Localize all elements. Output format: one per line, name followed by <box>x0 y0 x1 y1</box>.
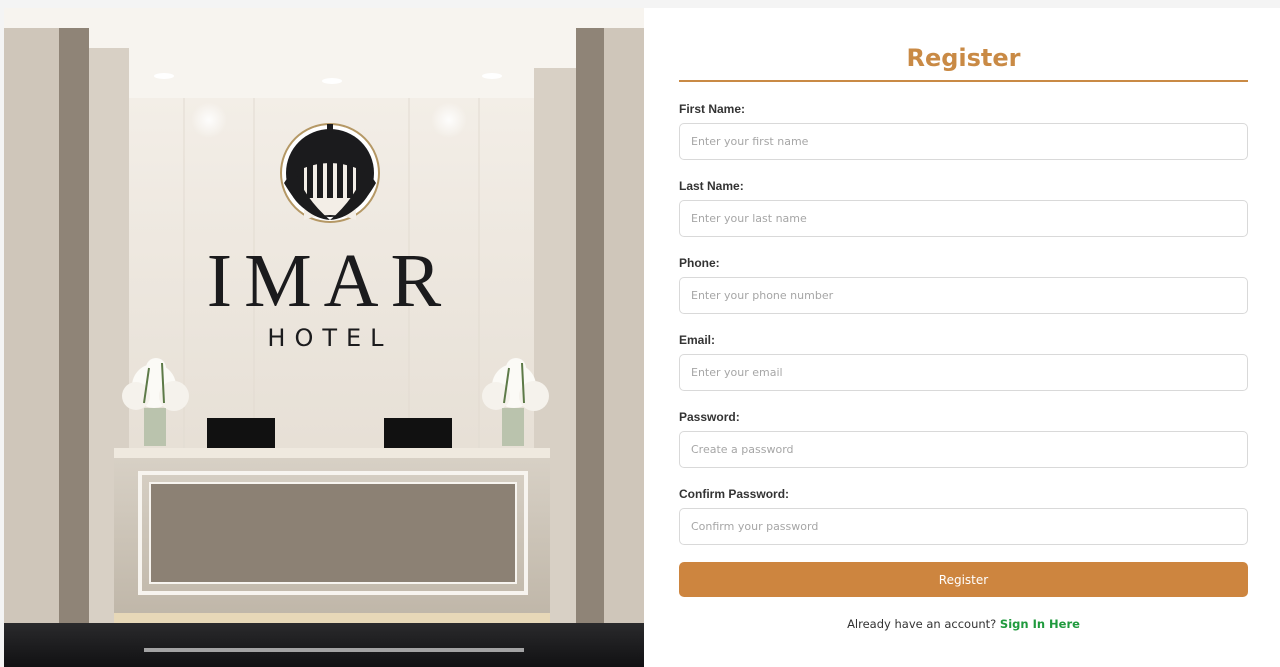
hotel-logo-wordmark: IMAR <box>207 239 453 323</box>
phone-label: Phone: <box>679 256 720 270</box>
hotel-lobby-illustration: IMAR HOTEL <box>4 8 644 667</box>
reception-desk <box>114 448 550 623</box>
phone-input[interactable] <box>679 277 1248 314</box>
hotel-lobby-image: IMAR HOTEL <box>4 8 644 667</box>
signin-prompt: Already have an account? <box>847 617 997 631</box>
signin-row: Already have an account? Sign In Here <box>679 617 1248 631</box>
register-form-panel: Register First Name: Last Name: Phone: E… <box>644 8 1280 667</box>
monitor-left <box>207 418 275 450</box>
first-name-label: First Name: <box>679 102 746 116</box>
email-input[interactable] <box>679 354 1248 391</box>
signin-link[interactable]: Sign In Here <box>1000 617 1080 631</box>
email-label: Email: <box>679 333 716 347</box>
title-divider <box>679 80 1248 82</box>
register-button[interactable]: Register <box>679 562 1248 597</box>
confirm-password-label: Confirm Password: <box>679 487 790 501</box>
last-name-input[interactable] <box>679 200 1248 237</box>
monitor-right <box>384 418 452 450</box>
last-name-label: Last Name: <box>679 179 744 193</box>
hotel-logo-subtitle: HOTEL <box>267 324 392 352</box>
register-page: IMAR HOTEL Register First Name: Enter yo… <box>0 0 1280 667</box>
password-input[interactable] <box>679 431 1248 468</box>
confirm-password-input[interactable] <box>679 508 1248 545</box>
form-title: Register <box>906 44 1021 72</box>
first-name-input[interactable] <box>679 123 1248 160</box>
password-label: Password: <box>679 410 740 424</box>
